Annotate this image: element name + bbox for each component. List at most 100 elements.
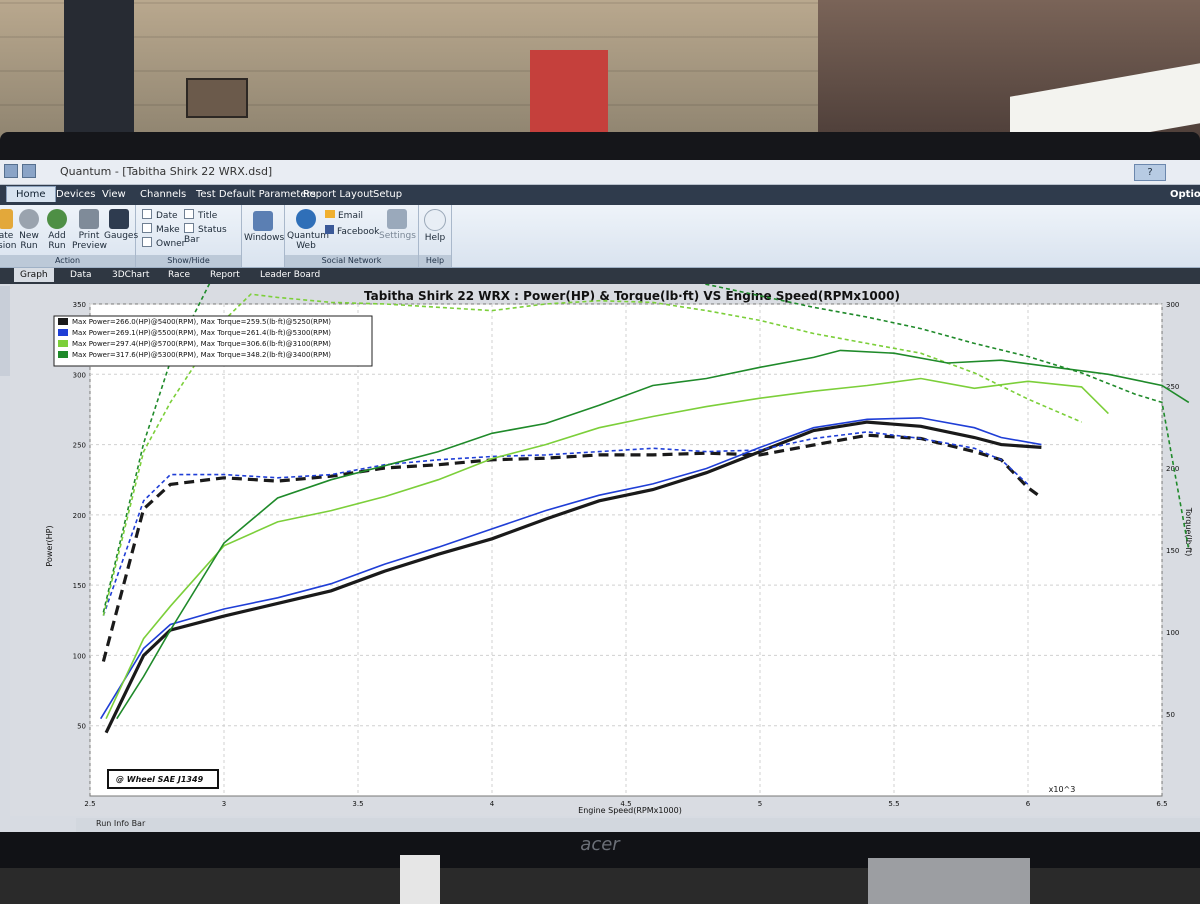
- view-tabs: Graph Data 3DChart Race Report Leader Bo…: [0, 268, 1200, 284]
- gauges-button[interactable]: Gauges: [104, 209, 138, 241]
- y-left-tick-label: 250: [73, 442, 86, 450]
- quick-access-toolbar[interactable]: [4, 164, 44, 179]
- tab-race[interactable]: Race: [168, 270, 190, 280]
- x-tick-label: 2.5: [84, 800, 95, 808]
- legend-entry: Max Power=297.4(HP)@5700(RPM), Max Torqu…: [72, 340, 331, 348]
- ribbon-group-windows: Windows: [242, 205, 285, 267]
- new-run-button[interactable]: New Run: [16, 209, 42, 251]
- tab-report[interactable]: Report: [210, 270, 240, 280]
- y-right-tick-labels: 50100150200250300: [1166, 301, 1179, 719]
- menu-setup[interactable]: Setup: [373, 189, 402, 200]
- quantum-web-button[interactable]: Quantum Web: [287, 209, 329, 251]
- x-tick-label: 3.5: [352, 800, 363, 808]
- y-right-tick-label: 50: [1166, 711, 1175, 719]
- menu-bar: Home Devices View Channels Test Default …: [0, 185, 1200, 205]
- menu-channels[interactable]: Channels: [140, 189, 186, 200]
- y-right-tick-label: 200: [1166, 465, 1179, 473]
- question-icon: [424, 209, 446, 231]
- legend-swatch: [58, 329, 68, 336]
- gauges-icon: [109, 209, 129, 229]
- options-menu[interactable]: Options: [1170, 189, 1200, 200]
- add-run-icon: [47, 209, 67, 229]
- x-tick-label: 5.5: [888, 800, 899, 808]
- ribbon-group-action: ate sion New Run Add Run Print Preview G…: [0, 205, 138, 267]
- legend-swatch: [58, 340, 68, 347]
- legend-swatch: [58, 351, 68, 358]
- status-bar-checkbox[interactable]: Status Bar: [184, 223, 241, 245]
- update-icon: [0, 209, 13, 229]
- y-left-tick-label: 350: [73, 301, 86, 309]
- legend-entry: Max Power=317.6(HP)@5300(RPM), Max Torqu…: [72, 351, 331, 359]
- group-label-action: Action: [0, 255, 135, 267]
- update-session-button[interactable]: ate sion: [0, 209, 16, 251]
- menu-devices[interactable]: Devices: [56, 189, 95, 200]
- checkbox-box: [184, 209, 194, 219]
- y-left-tick-label: 100: [73, 652, 86, 660]
- help-button[interactable]: ?: [1134, 164, 1166, 181]
- lift-post: [64, 0, 134, 140]
- app-window: Quantum - [Tabitha Shirk 22 WRX.dsd] ? H…: [0, 160, 1200, 832]
- settings-button[interactable]: Settings: [379, 209, 416, 241]
- owner-checkbox[interactable]: Owner: [142, 237, 185, 249]
- print-icon[interactable]: [22, 164, 36, 178]
- legend-swatch: [58, 318, 68, 325]
- x-tick-label: 6.5: [1156, 800, 1167, 808]
- facebook-icon: [325, 225, 334, 234]
- email-icon: [325, 210, 335, 218]
- date-checkbox[interactable]: Date: [142, 209, 178, 221]
- new-run-icon: [19, 209, 39, 229]
- x-axis-label: Engine Speed(RPMx1000): [578, 806, 682, 815]
- y-left-tick-label: 50: [77, 723, 86, 731]
- facebook-button[interactable]: Facebook: [325, 225, 379, 237]
- windows-button[interactable]: Windows: [244, 211, 284, 243]
- tab-leader-board[interactable]: Leader Board: [260, 270, 320, 280]
- legend: Max Power=266.0(HP)@5400(RPM), Max Torqu…: [53, 315, 373, 367]
- print-preview-button[interactable]: Print Preview: [72, 209, 107, 251]
- run-info-bar[interactable]: Run Info Bar: [76, 818, 1200, 832]
- add-run-button[interactable]: Add Run: [44, 209, 70, 251]
- globe-icon: [296, 209, 316, 229]
- monitor-stand-cable: [400, 855, 440, 904]
- menu-test-default-parameters[interactable]: Test Default Parameters: [196, 189, 316, 200]
- x-tick-label: 6: [1026, 800, 1031, 808]
- email-button[interactable]: Email: [325, 210, 363, 221]
- tab-data[interactable]: Data: [70, 270, 92, 280]
- print-icon: [79, 209, 99, 229]
- title-checkbox[interactable]: Title: [184, 209, 217, 221]
- group-label-help: Help: [419, 255, 451, 267]
- y-right-tick-label: 100: [1166, 629, 1179, 637]
- ribbon: ate sion New Run Add Run Print Preview G…: [0, 205, 1200, 268]
- equipment-box: [868, 858, 1030, 904]
- x-tick-label: 5: [758, 800, 762, 808]
- dyno-chart: Tabitha Shirk 22 WRX : Power(HP) & Torqu…: [45, 284, 1193, 815]
- correction-label: @ Wheel SAE J1349: [116, 775, 204, 784]
- x-unit-label: x10^3: [1049, 785, 1076, 794]
- ribbon-group-show-hide: Date Make Owner Title Status Bar Show/Hi…: [136, 205, 242, 267]
- menu-home[interactable]: Home: [6, 186, 56, 202]
- menu-report-layout[interactable]: Report Layout: [303, 189, 373, 200]
- tab-graph[interactable]: Graph: [14, 268, 54, 282]
- window-title: Quantum - [Tabitha Shirk 22 WRX.dsd]: [60, 165, 273, 178]
- checkbox-box: [142, 237, 152, 247]
- checkbox-box: [142, 209, 152, 219]
- legend-entry: Max Power=269.1(HP)@5500(RPM), Max Torqu…: [72, 329, 331, 337]
- menu-view[interactable]: View: [102, 189, 126, 200]
- y-right-tick-label: 150: [1166, 547, 1179, 555]
- x-tick-label: 3: [222, 800, 226, 808]
- windows-icon: [253, 211, 273, 231]
- make-checkbox[interactable]: Make: [142, 223, 180, 235]
- x-tick-label: 4: [490, 800, 495, 808]
- wall-sign: [186, 78, 248, 118]
- chart-title: Tabitha Shirk 22 WRX : Power(HP) & Torqu…: [364, 289, 900, 303]
- checkbox-box: [184, 223, 194, 233]
- tab-3dchart[interactable]: 3DChart: [112, 270, 149, 280]
- y-left-tick-label: 300: [73, 371, 86, 379]
- y-left-tick-label: 150: [73, 582, 86, 590]
- help-ribbon-button[interactable]: Help: [421, 209, 449, 243]
- save-icon[interactable]: [4, 164, 18, 178]
- legend-entry: Max Power=266.0(HP)@5400(RPM), Max Torqu…: [72, 318, 331, 326]
- checkbox-box: [142, 223, 152, 233]
- correction-box: @ Wheel SAE J1349: [107, 769, 219, 789]
- group-label-social-network: Social Network: [285, 255, 418, 267]
- monitor-brand-logo: acer: [580, 834, 620, 855]
